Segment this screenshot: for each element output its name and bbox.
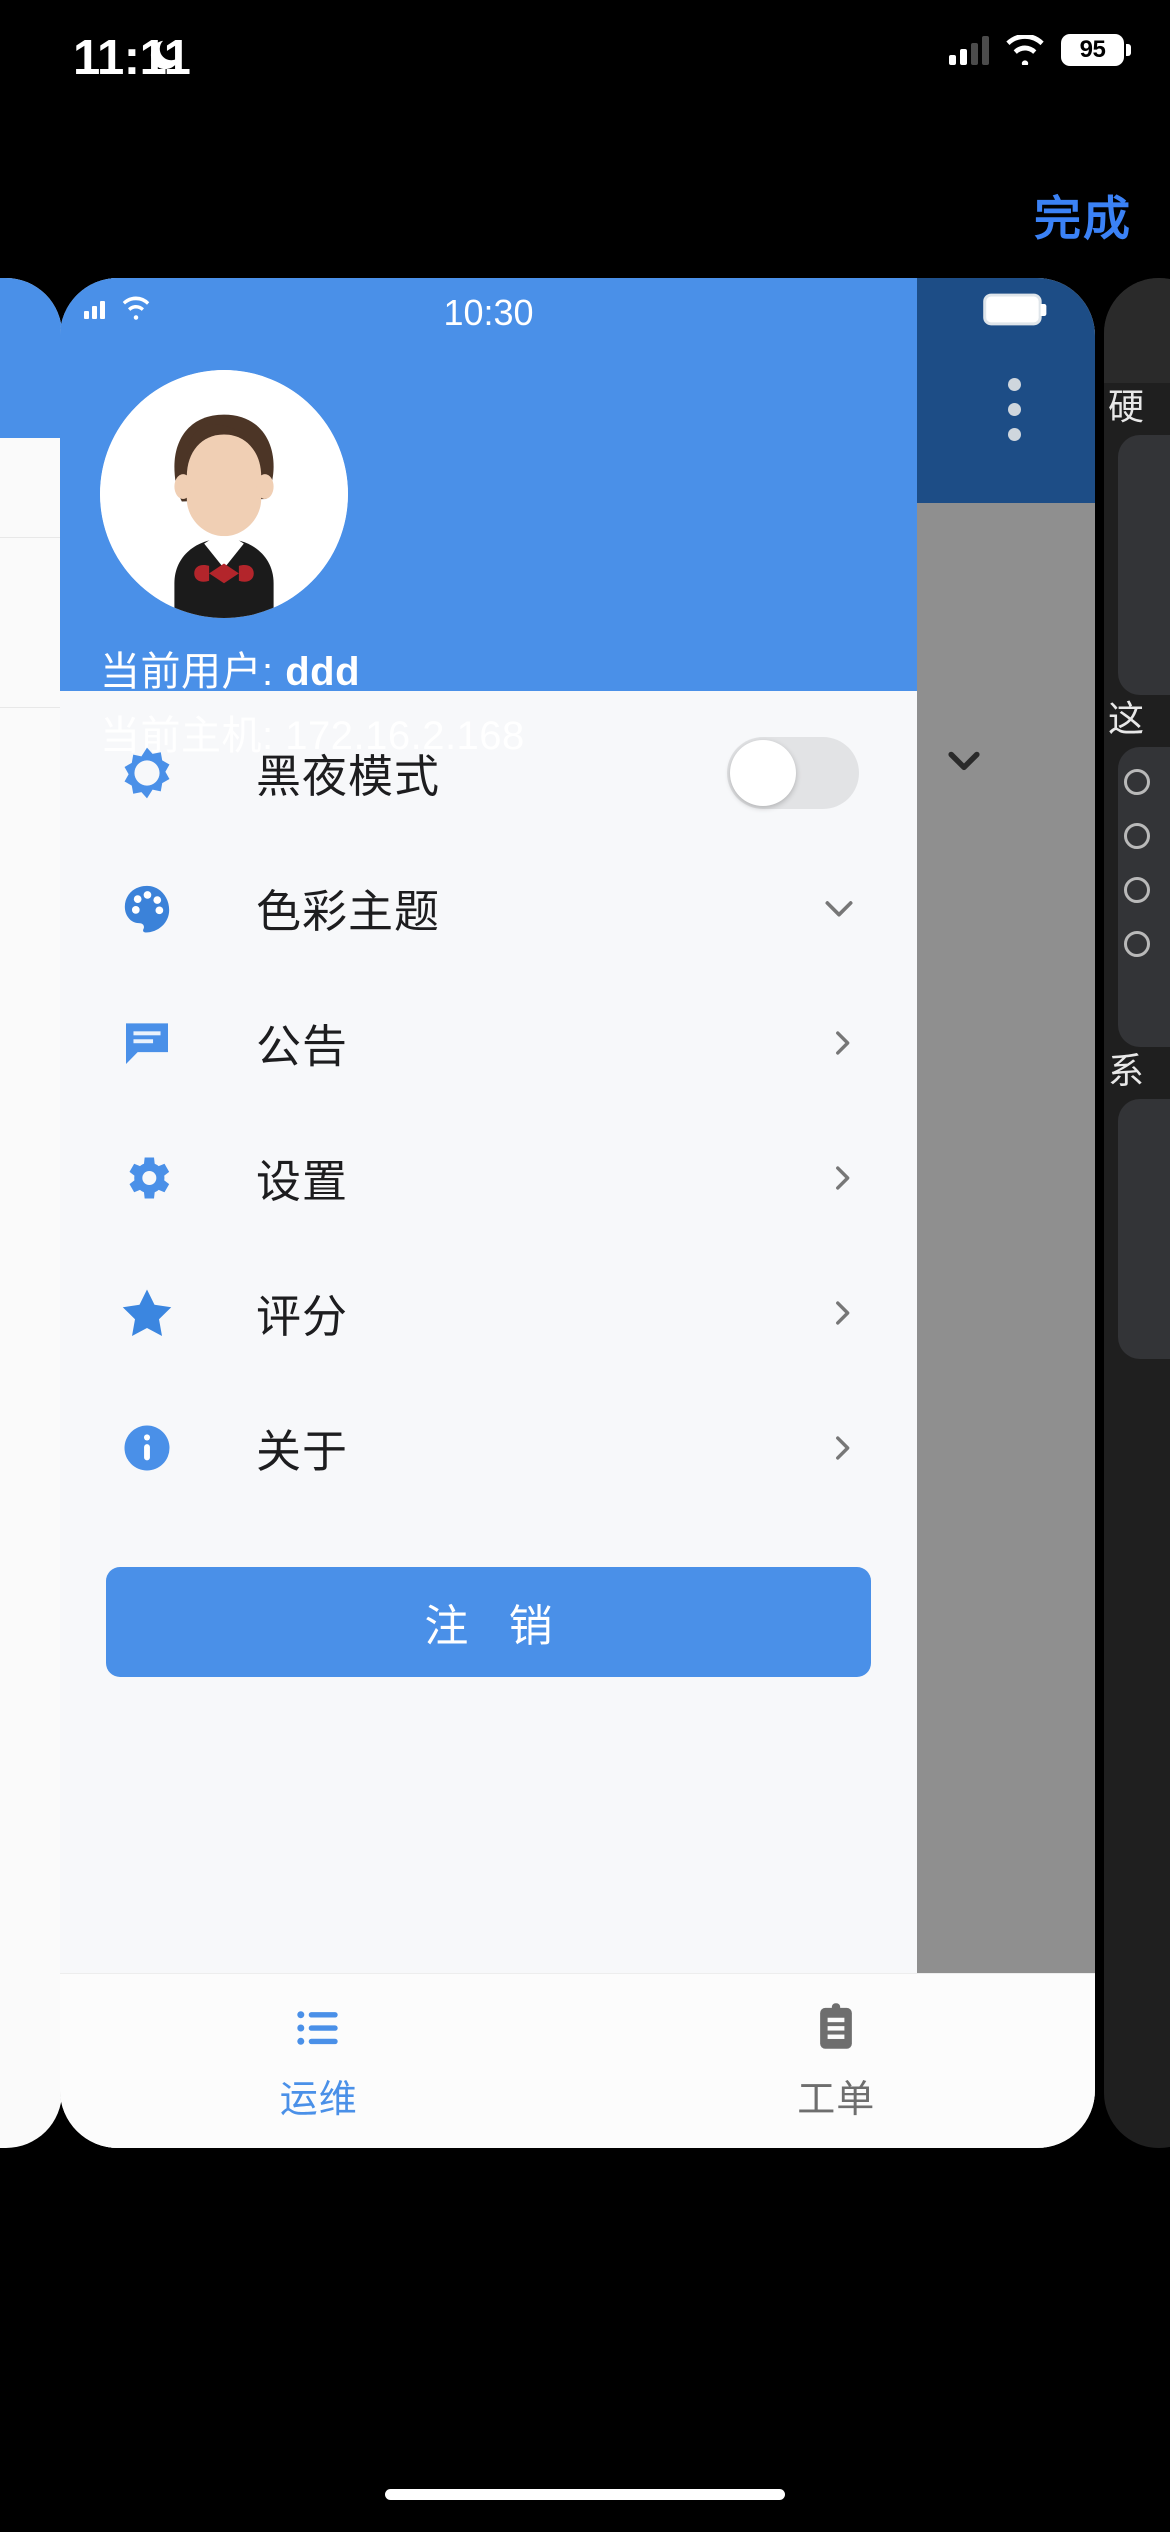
peek-right-card [1118,435,1170,695]
battery-indicator: 95 [1061,34,1131,66]
current-user-value: ddd [285,650,361,694]
app-card-previous[interactable] [0,278,62,2148]
brightness-icon [116,744,178,802]
app-card-next[interactable]: 硬 这 系 [1104,278,1170,2148]
menu-item-color-theme[interactable]: 色彩主题 [60,840,917,975]
menu-item-label: 色彩主题 [256,886,441,937]
chevron-right-icon[interactable] [825,1026,859,1060]
peek-right-text: 硬 [1108,386,1145,427]
current-user-label: 当前用户: [100,650,286,694]
peek-right-card [1118,1099,1170,1359]
menu-item-announcement[interactable]: 公告 [60,975,917,1110]
screen-root: 11:11 95 完成 硬 这 系 当前用户: ddd 当前主机: 172.16… [0,0,1170,2532]
clipboard-icon [820,2002,853,2049]
menu-item-about[interactable]: 关于 [60,1380,917,1515]
peek-left-row [0,538,62,708]
menu-item-settings[interactable]: 设置 [60,1110,917,1245]
menu-item-night-mode[interactable]: 黑夜模式 [60,705,917,840]
user-avatar[interactable] [100,370,348,618]
moon-icon [150,40,180,70]
app-clock: 10:30 [443,292,534,333]
peek-right-text: 系 [1108,1050,1145,1091]
avatar-illustration [100,370,348,618]
app-status-bar: 10:30 [60,278,917,340]
more-vertical-icon[interactable] [1008,378,1021,453]
tab-work-order[interactable]: 工单 [578,1974,1096,2148]
menu-item-label: 评分 [256,1291,349,1342]
palette-icon [116,880,178,936]
logout-section: 注 销 [60,1515,917,1677]
os-status-bar: 11:11 95 [0,0,1170,110]
battery-icon [983,293,1047,326]
peek-left-row [0,438,62,538]
bottom-tab-bar: 运维 工单 [60,1973,1095,2148]
chat-bubble-icon [116,1015,178,1071]
cellular-signal-icon [949,35,989,65]
chevron-down-icon[interactable] [819,888,859,928]
done-button[interactable]: 完成 [1034,180,1132,249]
tab-label: 运维 [279,2078,358,2121]
toggle-knob [730,739,796,806]
os-status-icons: 95 [949,34,1131,66]
menu-item-label: 关于 [256,1426,349,1477]
menu-item-label: 设置 [256,1156,349,1207]
tab-operations[interactable]: 运维 [60,1974,578,2148]
night-mode-toggle[interactable] [727,736,859,809]
peek-right-card [1118,747,1170,1047]
home-indicator[interactable] [385,2489,785,2500]
list-icon [297,2010,338,2045]
menu-item-label: 黑夜模式 [256,751,441,802]
peek-right-text: 这 [1108,698,1145,739]
wifi-icon [1006,35,1044,65]
logout-button[interactable]: 注 销 [106,1567,871,1677]
chevron-right-icon[interactable] [825,1431,859,1465]
chevron-down-icon[interactable] [942,738,986,782]
app-card-current[interactable]: 当前用户: ddd 当前主机: 172.16.2.168 黑夜模式 色彩主题 公… [60,278,1095,2148]
tab-label: 工单 [797,2078,876,2121]
drawer-menu: 黑夜模式 色彩主题 公告 设置 评分 关于 注 销 [60,691,917,2148]
settings-drawer: 当前用户: ddd 当前主机: 172.16.2.168 黑夜模式 色彩主题 公… [60,278,917,2148]
peek-left-header [0,278,62,438]
peek-right-dots [1118,747,1170,957]
chevron-right-icon[interactable] [825,1296,859,1330]
star-icon [116,1283,178,1343]
info-icon [116,1421,178,1475]
gear-icon [116,1150,178,1206]
menu-item-label: 公告 [256,1021,349,1072]
menu-item-rating[interactable]: 评分 [60,1245,917,1380]
chevron-right-icon[interactable] [825,1161,859,1195]
peek-right-header [1104,278,1170,383]
